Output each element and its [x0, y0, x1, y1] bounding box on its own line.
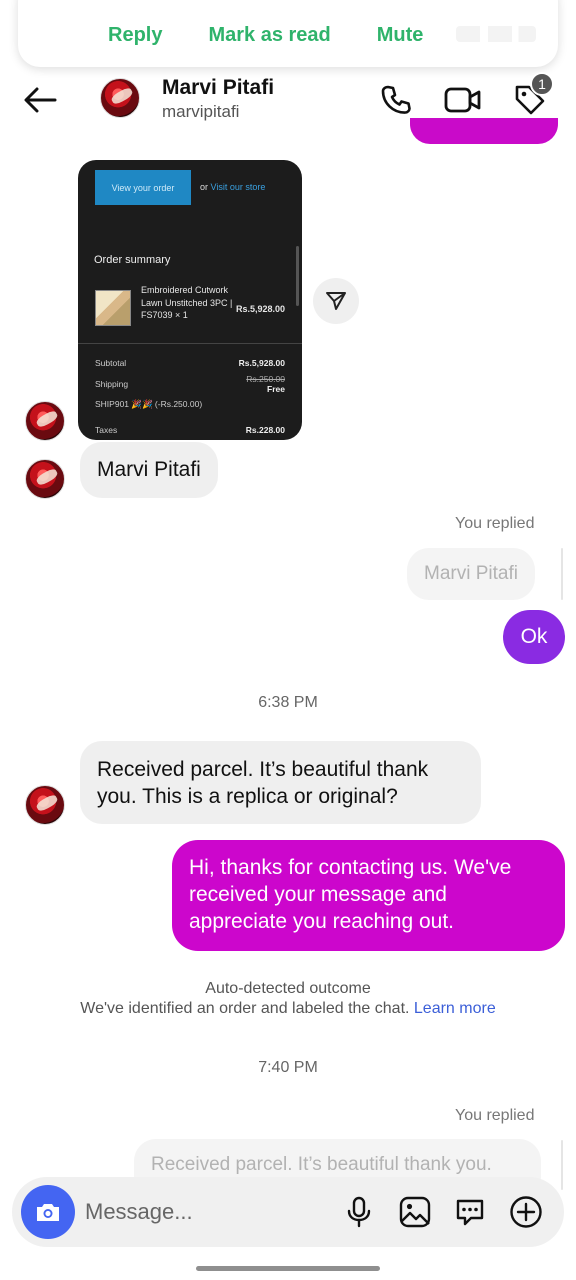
- message-line: appreciate you reaching out.: [189, 910, 455, 933]
- sender-avatar[interactable]: [25, 401, 65, 441]
- contact-username[interactable]: marvipitafi: [162, 102, 239, 122]
- notification-card: Reply Mark as read Mute: [18, 0, 558, 67]
- taxes-label: Taxes: [95, 425, 118, 435]
- more-options-button[interactable]: [508, 1194, 544, 1230]
- message-line: Received parcel. It’s beautiful thank: [97, 758, 429, 781]
- back-arrow-icon: [24, 87, 57, 113]
- outcome-text: We've identified an order and labeled th…: [80, 1000, 410, 1017]
- taxes-value: Rs.228.00: [245, 425, 285, 435]
- product-name: Embroidered Cutwork Lawn Unstitched 3PC …: [141, 285, 233, 320]
- contact-avatar[interactable]: [100, 78, 140, 118]
- message-line: Hi, thanks for contacting us. We've: [189, 856, 512, 879]
- gallery-button[interactable]: [397, 1194, 433, 1230]
- shipping-row: Shipping Rs.250.00 Free: [95, 374, 285, 394]
- home-indicator[interactable]: [196, 1266, 380, 1271]
- auto-detected-outcome: Auto-detected outcome We've identified a…: [0, 979, 576, 1019]
- subtotal-row: Subtotal Rs.5,928.00: [95, 358, 285, 368]
- previous-outgoing-bubble: [410, 118, 558, 144]
- reply-indicator-line: [561, 548, 563, 600]
- incoming-message-name[interactable]: Marvi Pitafi: [80, 442, 218, 498]
- notification-reply-button[interactable]: Reply: [108, 24, 162, 47]
- product-price: Rs.5,928.00: [235, 304, 285, 314]
- you-replied-label: You replied: [455, 515, 535, 532]
- message-line: you. This is a replica or original?: [97, 785, 398, 808]
- reply-indicator-line: [561, 1140, 563, 1190]
- send-icon: [326, 292, 346, 310]
- message-composer: [12, 1177, 564, 1247]
- notification-mute-button[interactable]: Mute: [377, 24, 424, 47]
- back-button[interactable]: [20, 80, 60, 120]
- or-text: or: [200, 182, 209, 192]
- subtotal-value: Rs.5,928.00: [238, 358, 285, 368]
- learn-more-link[interactable]: Learn more: [414, 1000, 496, 1017]
- sticker-button[interactable]: [452, 1194, 488, 1230]
- plus-circle-icon: [510, 1196, 542, 1228]
- voice-call-button[interactable]: [376, 80, 416, 120]
- video-camera-icon: [444, 87, 481, 113]
- incoming-message-parcel[interactable]: Received parcel. It’s beautiful thank yo…: [80, 741, 481, 824]
- contact-name[interactable]: Marvi Pitafi: [162, 76, 274, 100]
- sticker-icon: [456, 1199, 484, 1226]
- tag-badge: 1: [530, 72, 554, 96]
- sender-avatar[interactable]: [25, 785, 65, 825]
- outgoing-message-ok[interactable]: Ok: [503, 610, 565, 664]
- notification-faint-content: [456, 26, 536, 42]
- outgoing-auto-reply[interactable]: Hi, thanks for contacting us. We've rece…: [172, 840, 565, 951]
- product-thumbnail: [95, 290, 131, 326]
- shipping-values: Rs.250.00 Free: [246, 374, 285, 394]
- image-icon: [399, 1196, 431, 1228]
- card-divider: [78, 343, 302, 344]
- taxes-row: Taxes Rs.228.00: [95, 425, 285, 435]
- outcome-text-row: We've identified an order and labeled th…: [0, 999, 576, 1019]
- view-order-button[interactable]: View your order: [95, 170, 191, 205]
- visit-store-text: or Visit our store: [200, 182, 265, 192]
- video-call-button[interactable]: [443, 80, 483, 120]
- shipping-free: Free: [267, 384, 285, 394]
- timestamp: 7:40 PM: [258, 1059, 318, 1076]
- visit-store-link[interactable]: Visit our store: [211, 182, 266, 192]
- shipping-old-price: Rs.250.00: [246, 374, 285, 384]
- share-button[interactable]: [313, 278, 359, 324]
- discount-label: SHIP901 🎉🎉 (-Rs.250.00): [95, 399, 203, 409]
- card-scrollbar: [296, 246, 299, 306]
- voice-message-button[interactable]: [341, 1194, 377, 1230]
- order-summary-title: Order summary: [94, 254, 171, 266]
- timestamp: 6:38 PM: [258, 694, 318, 711]
- sender-avatar[interactable]: [25, 459, 65, 499]
- you-replied-label: You replied: [455, 1107, 535, 1124]
- message-input[interactable]: [85, 1199, 325, 1225]
- replied-quote[interactable]: Marvi Pitafi: [407, 548, 535, 600]
- tag-button[interactable]: 1: [510, 72, 554, 120]
- notification-mark-read-button[interactable]: Mark as read: [208, 24, 330, 47]
- order-summary-card[interactable]: View your order or Visit our store Order…: [78, 160, 302, 440]
- message-line: received your message and: [189, 883, 447, 906]
- outcome-title: Auto-detected outcome: [205, 980, 371, 997]
- phone-icon: [381, 85, 411, 114]
- microphone-icon: [347, 1196, 371, 1228]
- camera-button[interactable]: [21, 1185, 75, 1239]
- camera-icon: [37, 1204, 59, 1221]
- shipping-label: Shipping: [95, 379, 129, 389]
- discount-row: SHIP901 🎉🎉 (-Rs.250.00): [95, 399, 205, 410]
- subtotal-label: Subtotal: [95, 358, 127, 368]
